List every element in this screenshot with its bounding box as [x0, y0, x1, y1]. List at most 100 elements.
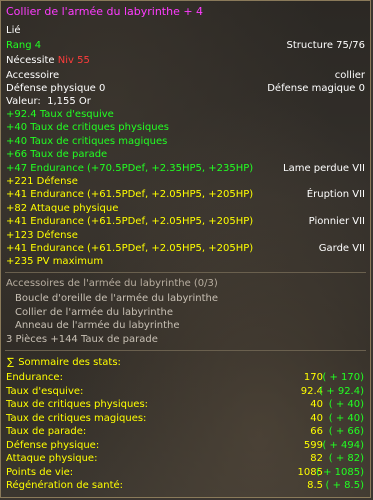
- set-piece: Collier de l'armée du labyrinthe: [15, 306, 365, 319]
- summary-label: Endurance:: [6, 372, 63, 383]
- enchant-name: Pionnier VII: [308, 216, 365, 228]
- summary-delta: ( + 40): [328, 399, 364, 410]
- bonus-row: +235 PV maximum: [6, 255, 365, 268]
- summary-label: Taux d'esquive:: [6, 385, 84, 397]
- bonus-row: +47 Endurance (+70.5PDef, +2.35HP5, +235…: [6, 162, 365, 175]
- summary-row: Défense physique: 599( + 494): [6, 439, 365, 452]
- bonus-row: +92.4 Taux d'esquive: [6, 108, 365, 121]
- summary-row: Points de vie: 1085( + 1085): [6, 466, 365, 479]
- summary-value: 40: [310, 412, 323, 424]
- bonus-text: +66 Taux de parade: [6, 149, 108, 161]
- item-name: Collier de l'armée du labyrinthe + 4: [6, 5, 204, 18]
- summary-label: Défense physique:: [6, 439, 100, 451]
- summary-delta: ( + 82): [328, 453, 364, 464]
- bonus-row: +41 Endurance (+61.5PDef, +2.05HP5, +205…: [6, 188, 365, 201]
- bonus-text: +41 Endurance (+61.5PDef, +2.05HP5, +205…: [6, 216, 254, 228]
- enchant-name: Éruption VII: [306, 189, 365, 201]
- bonus-text: +82 Attaque physique: [6, 202, 119, 214]
- summary-row: Taux d'esquive: 92.4( + 92.4): [6, 385, 365, 398]
- summary-delta: ( + 66): [328, 426, 364, 437]
- set-piece-name: Collier de l'armée du labyrinthe: [15, 307, 174, 318]
- bonus-text: +41 Endurance (+61.5PDef, +2.05HP5, +205…: [6, 189, 254, 201]
- bound-status: Lié: [6, 25, 21, 36]
- requirement-row: Nécessite Niv 55: [6, 54, 365, 67]
- summary-value: 8.5: [307, 480, 323, 491]
- summary-row: Taux de critiques magiques: 40 ( + 40): [6, 412, 365, 425]
- separator: [5, 272, 366, 273]
- item-rank: Rang 4: [6, 40, 42, 51]
- summary-label: Régénération de santé:: [6, 480, 124, 491]
- item-slot: collier: [334, 70, 365, 81]
- enchant-name: Garde VII: [318, 243, 365, 254]
- value-amount: 1,155 Or: [47, 96, 91, 107]
- item-tooltip: Collier de l'armée du labyrinthe + 4 Lié…: [0, 0, 371, 498]
- set-title: Accessoires de l'armée du labyrinthe (0/…: [6, 278, 218, 289]
- bonus-text: +235 PV maximum: [6, 256, 104, 268]
- requirement-level: Niv 55: [57, 55, 90, 66]
- bonus-row: +66 Taux de parade: [6, 148, 365, 161]
- separator: [5, 350, 366, 351]
- set-piece-name: Boucle d'oreille de l'armée du labyrinth…: [15, 293, 219, 304]
- summary-delta: ( + 1085): [316, 466, 364, 478]
- bonus-text: +221 Défense: [6, 176, 78, 187]
- requirement-text: Nécessite Niv 55: [6, 54, 90, 67]
- summary-delta: ( + 170): [322, 372, 364, 383]
- summary-row: Endurance: 170( + 170): [6, 371, 365, 384]
- bound-row: Lié: [6, 24, 365, 37]
- summary-delta: ( + 8.5): [325, 480, 364, 491]
- bonus-text: +40 Taux de critiques physiques: [6, 122, 169, 134]
- value-label: Valeur:: [6, 96, 41, 107]
- bonus-row: +40 Taux de critiques magiques: [6, 135, 365, 148]
- summary-row: Taux de parade: 66 ( + 66): [6, 425, 365, 438]
- summary-label: Points de vie:: [6, 466, 74, 478]
- physical-defense: Défense physique 0: [6, 83, 106, 94]
- bonus-text: +40 Taux de critiques magiques: [6, 135, 168, 147]
- bonus-row: +221 Défense: [6, 175, 365, 188]
- requirement-label: Nécessite: [6, 55, 55, 66]
- summary-label: Taux de critiques physiques:: [6, 399, 149, 410]
- bonus-text: +92.4 Taux d'esquive: [6, 109, 114, 120]
- summary-title-text: Sommaire des stats:: [18, 357, 121, 368]
- summary-title: ∑ Sommaire des stats:: [6, 356, 121, 369]
- summary-row: Régénération de santé: 8.5( + 8.5): [6, 479, 365, 492]
- type-row: Accessoire collier: [6, 69, 365, 82]
- summary-value: 170: [303, 372, 323, 383]
- bonus-text: +47 Endurance (+70.5PDef, +2.35HP5, +235…: [6, 162, 254, 174]
- summary-value: 40: [310, 399, 323, 410]
- sigma-icon: ∑: [7, 357, 14, 368]
- summary-value: 599: [303, 439, 323, 451]
- item-value: Valeur: 1,155 Or: [6, 95, 91, 108]
- enchant-name: Lame perdue VII: [283, 162, 365, 174]
- set-piece-name: Anneau de l'armée du labyrinthe: [15, 320, 180, 331]
- bonus-row: +41 Endurance (+61.5PDef, +2.05HP5, +205…: [6, 242, 365, 255]
- set-bonus: 3 Pièces +144 Taux de parade: [6, 334, 158, 345]
- bonus-text: +123 Défense: [6, 229, 78, 241]
- rank-row: Rang 4 Structure 75/76: [6, 39, 365, 52]
- set-bonus-row: 3 Pièces +144 Taux de parade: [6, 333, 365, 346]
- item-type: Accessoire: [6, 70, 60, 81]
- summary-delta: ( + 40): [328, 412, 364, 424]
- summary-value: 82: [310, 453, 323, 464]
- value-row: Valeur: 1,155 Or: [6, 95, 365, 108]
- summary-label: Taux de parade:: [6, 426, 87, 437]
- summary-label: Taux de critiques magiques:: [6, 412, 147, 424]
- summary-label: Attaque physique:: [6, 453, 98, 464]
- set-piece: Anneau de l'armée du labyrinthe: [15, 319, 365, 332]
- summary-title-row: ∑ Sommaire des stats:: [6, 356, 365, 369]
- bonus-row: +123 Défense: [6, 229, 365, 242]
- bonus-row: +41 Endurance (+61.5PDef, +2.05HP5, +205…: [6, 215, 365, 228]
- summary-row: Taux de critiques physiques: 40 ( + 40): [6, 398, 365, 411]
- set-piece: Boucle d'oreille de l'armée du labyrinth…: [15, 292, 365, 305]
- item-title-row: Collier de l'armée du labyrinthe + 4: [6, 5, 365, 18]
- summary-value: 66: [310, 426, 323, 437]
- bonus-text: +41 Endurance (+61.5PDef, +2.05HP5, +205…: [6, 243, 254, 254]
- item-structure: Structure 75/76: [286, 40, 365, 51]
- bonus-row: +40 Taux de critiques physiques: [6, 121, 365, 134]
- summary-row: Attaque physique: 82 ( + 82): [6, 452, 365, 465]
- set-title-row: Accessoires de l'armée du labyrinthe (0/…: [6, 277, 365, 290]
- summary-delta: ( + 92.4): [319, 385, 364, 397]
- magic-defense: Défense magique 0: [267, 83, 365, 94]
- bonus-row: +82 Attaque physique: [6, 202, 365, 215]
- defense-row: Défense physique 0 Défense magique 0: [6, 82, 365, 95]
- summary-delta: ( + 494): [322, 439, 364, 451]
